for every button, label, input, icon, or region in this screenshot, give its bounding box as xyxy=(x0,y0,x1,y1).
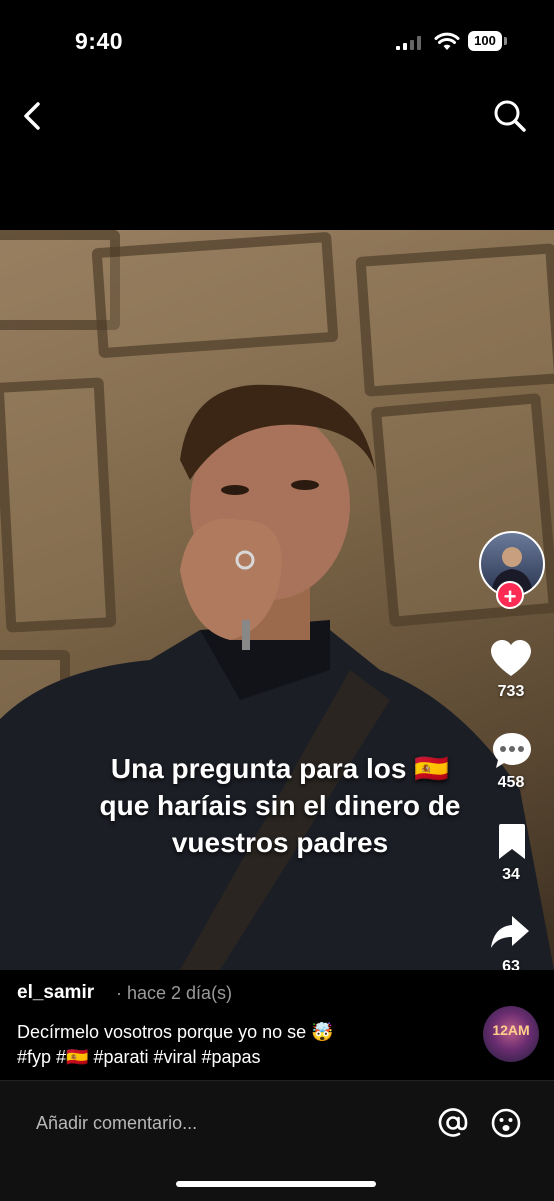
wifi-icon xyxy=(434,32,460,50)
music-disc[interactable]: 12AM xyxy=(483,1006,539,1062)
status-bar: 9:40 100 xyxy=(0,0,554,80)
at-icon[interactable] xyxy=(438,1108,468,1138)
comment-count: 458 xyxy=(497,774,525,791)
username[interactable]: el_samir xyxy=(17,982,94,1004)
caption-line-3: vuestros padres xyxy=(171,827,389,858)
cellular-signal-icon xyxy=(396,36,421,50)
home-indicator[interactable] xyxy=(176,1181,376,1187)
emoji-icon[interactable] xyxy=(491,1108,521,1138)
bookmark-icon[interactable] xyxy=(497,823,527,861)
search-icon[interactable] xyxy=(492,98,528,134)
status-time: 9:40 xyxy=(75,28,124,54)
back-icon[interactable] xyxy=(18,98,48,134)
post-time: · hace 2 día(s) xyxy=(116,983,233,1003)
battery-tip xyxy=(504,37,507,45)
battery-icon: 100 xyxy=(468,31,508,51)
heart-icon[interactable] xyxy=(491,640,531,678)
follow-button[interactable]: + xyxy=(496,581,524,609)
comment-icon[interactable] xyxy=(492,732,532,770)
video-caption: Una pregunta para los 🇪🇸 que haríais sin… xyxy=(60,750,500,861)
caption-line-2: que haríais sin el dinero de xyxy=(99,790,461,821)
caption-line-1: Una pregunta para los 🇪🇸 xyxy=(110,753,450,784)
like-count: 733 xyxy=(497,683,525,700)
description-text: Decírmelo vosotros porque yo no se 🤯 xyxy=(17,1022,334,1042)
save-count: 34 xyxy=(502,866,520,883)
comment-input[interactable]: Añadir comentario... xyxy=(36,1113,197,1134)
battery-level: 100 xyxy=(468,31,502,51)
share-icon[interactable] xyxy=(490,914,530,950)
hashtags[interactable]: #fyp #🇪🇸 #parati #viral #papas xyxy=(17,1045,467,1070)
music-label: 12AM xyxy=(492,1022,530,1038)
door-panel xyxy=(91,231,339,359)
post-description: Decírmelo vosotros porque yo no se 🤯 #fy… xyxy=(17,1020,467,1070)
video-player[interactable]: Una pregunta para los 🇪🇸 que haríais sin… xyxy=(0,230,554,970)
person-figure xyxy=(0,384,554,970)
